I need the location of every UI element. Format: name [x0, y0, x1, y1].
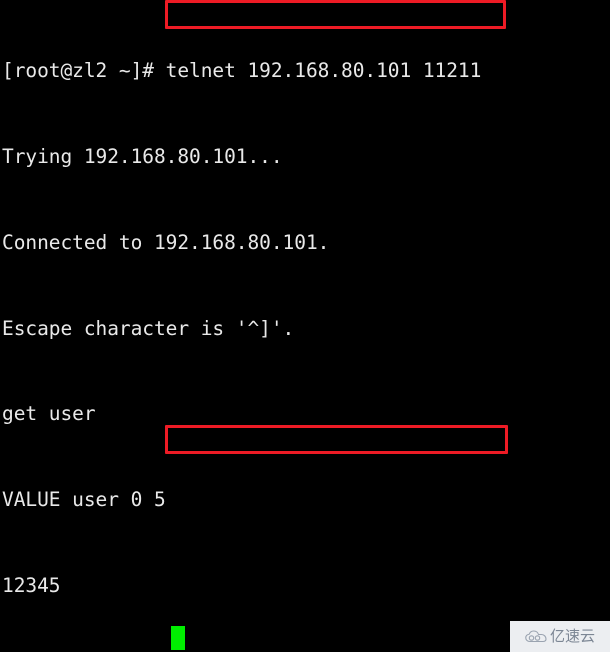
terminal-line: Escape character is '^]'.	[2, 315, 610, 344]
terminal-line-text: VALUE user 0 5	[2, 488, 166, 512]
watermark: 亿速云	[510, 621, 610, 652]
watermark-text: 亿速云	[549, 627, 595, 645]
terminal-line-text: Connected to 192.168.80.101.	[2, 230, 330, 254]
terminal-line: get user	[2, 400, 610, 429]
terminal-line-text: 12345	[2, 573, 61, 597]
terminal-line: Trying 192.168.80.101...	[2, 143, 610, 172]
terminal-screen[interactable]: [root@zl2 ~]# telnet 192.168.80.101 1121…	[2, 0, 610, 652]
terminal-line: Connected to 192.168.80.101.	[2, 229, 610, 258]
terminal-line-text: [root@zl2 ~]# telnet 192.168.80.101 1121…	[2, 59, 482, 83]
terminal-line-text: Escape character is '^]'.	[2, 316, 295, 340]
terminal-line: [root@zl2 ~]# telnet 192.168.80.101 1121…	[2, 57, 610, 86]
terminal-window[interactable]: [root@zl2 ~]# telnet 192.168.80.101 1121…	[0, 0, 610, 652]
cloud-logo-icon	[525, 629, 547, 642]
terminal-line-text: get user	[2, 402, 96, 426]
text-cursor	[171, 626, 185, 650]
terminal-line: VALUE user 0 5	[2, 486, 610, 515]
terminal-line-text: Trying 192.168.80.101...	[2, 144, 283, 168]
terminal-line: 12345	[2, 572, 610, 601]
